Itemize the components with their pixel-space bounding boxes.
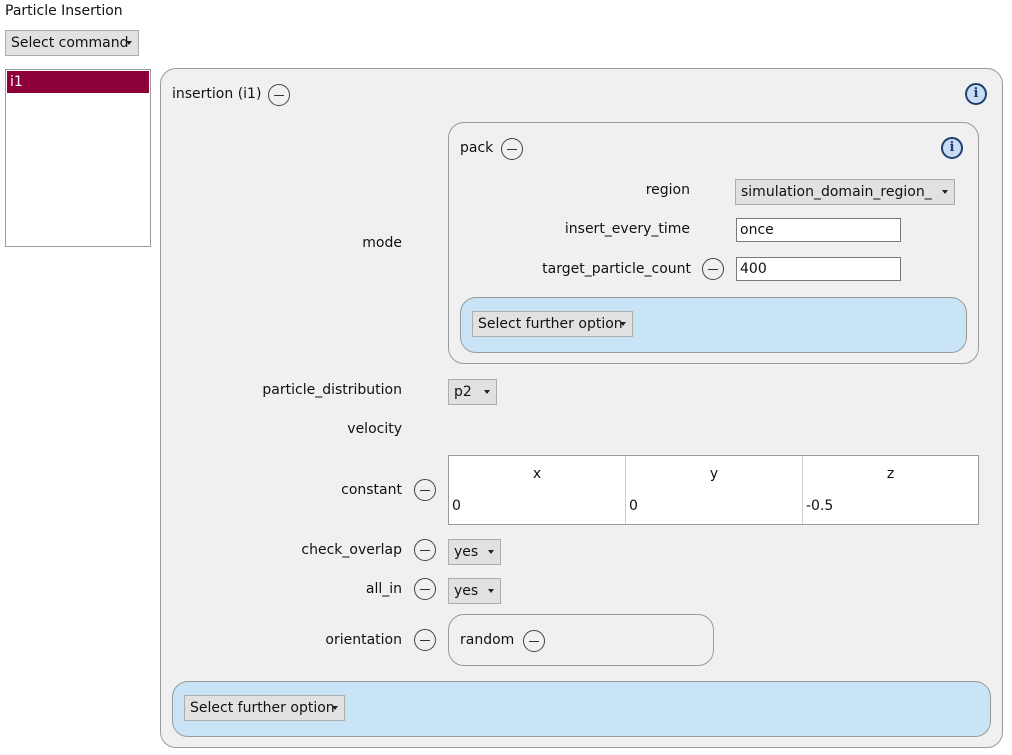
remove-check-overlap-icon[interactable]: [414, 539, 436, 561]
all-in-value: yes: [454, 583, 479, 599]
particle-distribution-label: particle_distribution: [262, 382, 402, 398]
constant-label: constant: [341, 482, 402, 498]
particle-distribution-value: p2: [454, 384, 472, 400]
orientation-value: random: [460, 632, 515, 648]
vector-header: x: [532, 466, 542, 482]
insertion-info-icon[interactable]: i: [965, 83, 987, 105]
insert-every-time-field[interactable]: once: [736, 218, 901, 242]
pack-further-option-combo[interactable]: Select further option: [472, 311, 633, 337]
vector-value[interactable]: 0: [629, 498, 638, 514]
region-value: simulation_domain_region_: [741, 184, 932, 200]
vector-column-z: z -0.5: [803, 456, 978, 524]
pack-info-icon[interactable]: i: [941, 137, 963, 159]
all-in-label: all_in: [365, 581, 402, 597]
constant-vector-table[interactable]: x 0 y 0 z -0.5: [448, 455, 979, 525]
remove-pack-icon[interactable]: [501, 138, 523, 160]
dropdown-arrow-icon: [488, 589, 494, 593]
orientation-label: orientation: [325, 632, 402, 648]
select-command-label: Select command: [11, 35, 129, 51]
remove-orientation-icon[interactable]: [414, 629, 436, 651]
dropdown-arrow-icon: [332, 706, 338, 710]
check-overlap-label: check_overlap: [301, 542, 402, 558]
window-title: Particle Insertion: [5, 3, 123, 19]
dropdown-arrow-icon: [488, 550, 494, 554]
particle-distribution-combo[interactable]: p2: [448, 379, 497, 405]
target-particle-count-label: target_particle_count: [542, 261, 691, 277]
remove-insertion-icon[interactable]: [268, 84, 290, 106]
vector-value[interactable]: -0.5: [806, 498, 833, 514]
region-combo[interactable]: simulation_domain_region_: [735, 179, 955, 205]
dropdown-arrow-icon: [484, 390, 490, 394]
remove-all-in-icon[interactable]: [414, 578, 436, 600]
remove-constant-icon[interactable]: [414, 479, 436, 501]
target-particle-count-field[interactable]: 400: [736, 257, 901, 281]
check-overlap-combo[interactable]: yes: [448, 539, 501, 565]
vector-column-y: y 0: [626, 456, 803, 524]
insertion-further-option-combo[interactable]: Select further option: [184, 695, 345, 721]
pack-further-option-label: Select further option: [478, 316, 623, 332]
mode-label: mode: [362, 235, 402, 251]
remove-random-icon[interactable]: [523, 630, 545, 652]
region-label: region: [645, 182, 690, 198]
insert-every-time-label: insert_every_time: [564, 221, 690, 237]
dropdown-arrow-icon: [620, 322, 626, 326]
select-command-combo[interactable]: Select command: [5, 30, 139, 56]
vector-value[interactable]: 0: [452, 498, 461, 514]
insertion-further-option-label: Select further option: [190, 700, 335, 716]
vector-header: z: [886, 466, 895, 482]
insertion-list[interactable]: i1: [5, 69, 151, 247]
vector-column-x: x 0: [449, 456, 626, 524]
vector-header: y: [709, 466, 719, 482]
pack-title: pack: [460, 140, 494, 156]
remove-target-particle-count-icon[interactable]: [702, 258, 724, 280]
check-overlap-value: yes: [454, 544, 479, 560]
velocity-label: velocity: [347, 421, 402, 437]
dropdown-arrow-icon: [126, 41, 132, 45]
all-in-combo[interactable]: yes: [448, 578, 501, 604]
insertion-title: insertion (i1): [172, 86, 262, 102]
list-item[interactable]: i1: [7, 71, 149, 93]
dropdown-arrow-icon: [942, 190, 948, 194]
